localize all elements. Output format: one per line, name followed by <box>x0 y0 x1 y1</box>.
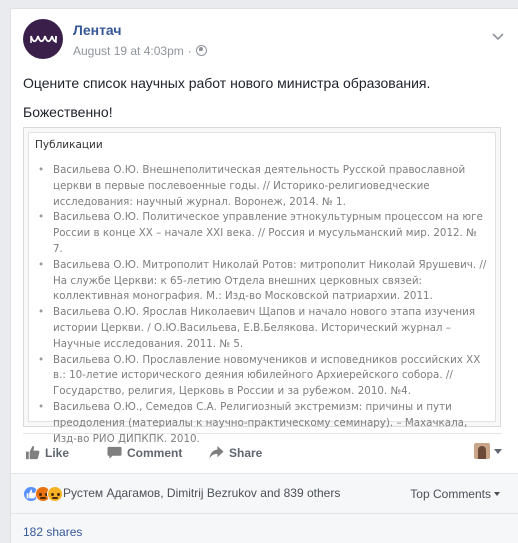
post-timestamp[interactable]: August 19 at 4:03pm <box>73 44 184 58</box>
publications-document: Публикации Васильева О.Ю. Внешнеполитиче… <box>28 132 496 445</box>
post-text-line: Оцените список научных работ нового мини… <box>23 75 431 91</box>
publication-item: Васильева О.Ю. Митрополит Николай Ротов:… <box>35 258 487 305</box>
public-globe-icon[interactable] <box>195 45 207 56</box>
like-label: Like <box>45 446 70 460</box>
sad-eye <box>51 493 54 496</box>
like-button[interactable]: Like <box>25 434 69 472</box>
post-card: Лентач August 19 at 4:03pm · Оцените спис… <box>10 8 518 543</box>
sort-caret-icon <box>494 492 500 496</box>
publication-item: Васильева О.Ю. Политическое управление э… <box>35 210 487 257</box>
lentach-logo-icon <box>30 35 57 43</box>
comment-bubble-icon <box>107 446 122 459</box>
post-header: Лентач August 19 at 4:03pm · <box>23 19 518 63</box>
share-button[interactable]: Share <box>209 434 262 472</box>
caret-down-icon <box>494 449 502 454</box>
publication-item: Васильева О.Ю. Ярослав Николаевич Щапов … <box>35 305 487 352</box>
reactors-summary[interactable]: Рустем Адагамов, Dimitrij Bezrukov and 8… <box>63 486 340 500</box>
post-as-selector[interactable] <box>462 443 502 463</box>
post-text-line: Божественно! <box>23 104 113 120</box>
publication-item: Васильева О.Ю. Прославление новомученико… <box>35 353 487 400</box>
post-actions-bar: Like Comment Share <box>23 434 502 472</box>
share-label: Share <box>229 446 263 460</box>
publications-title: Публикации <box>35 139 103 151</box>
post-meta: August 19 at 4:03pm · <box>73 44 207 58</box>
meta-separator: · <box>187 44 192 58</box>
share-arrow-icon <box>209 445 224 459</box>
page-avatar[interactable] <box>23 19 63 59</box>
sad-icon <box>47 486 63 502</box>
top-comments-sort[interactable]: Top Comments <box>410 487 500 501</box>
shares-bar: 182 shares <box>11 513 518 543</box>
thumbs-up-icon <box>25 445 40 460</box>
sad-eye <box>57 493 60 496</box>
post-message: Оцените список научных работ нового мини… <box>23 73 504 122</box>
sad-mouth <box>52 497 58 499</box>
publication-item: Васильева О.Ю. Внешнеполитическая деятел… <box>35 163 487 210</box>
reactions-bar: Рустем Адагамов, Dimitrij Bezrukov and 8… <box>11 473 518 513</box>
viewer-avatar <box>474 443 490 459</box>
post-options-chevron-icon[interactable] <box>492 31 504 43</box>
top-comments-label: Top Comments <box>410 487 491 501</box>
angry-mouth <box>40 497 46 499</box>
publications-list: Васильева О.Ю. Внешнеполитическая деятел… <box>35 163 487 447</box>
angry-eye <box>39 493 42 496</box>
attached-image[interactable]: Публикации Васильева О.Ю. Внешнеполитиче… <box>23 127 501 445</box>
comment-button[interactable]: Comment <box>107 434 182 472</box>
shares-count-link[interactable]: 182 shares <box>23 525 82 539</box>
page-name-link[interactable]: Лентач <box>73 22 122 38</box>
comment-label: Comment <box>127 446 183 460</box>
